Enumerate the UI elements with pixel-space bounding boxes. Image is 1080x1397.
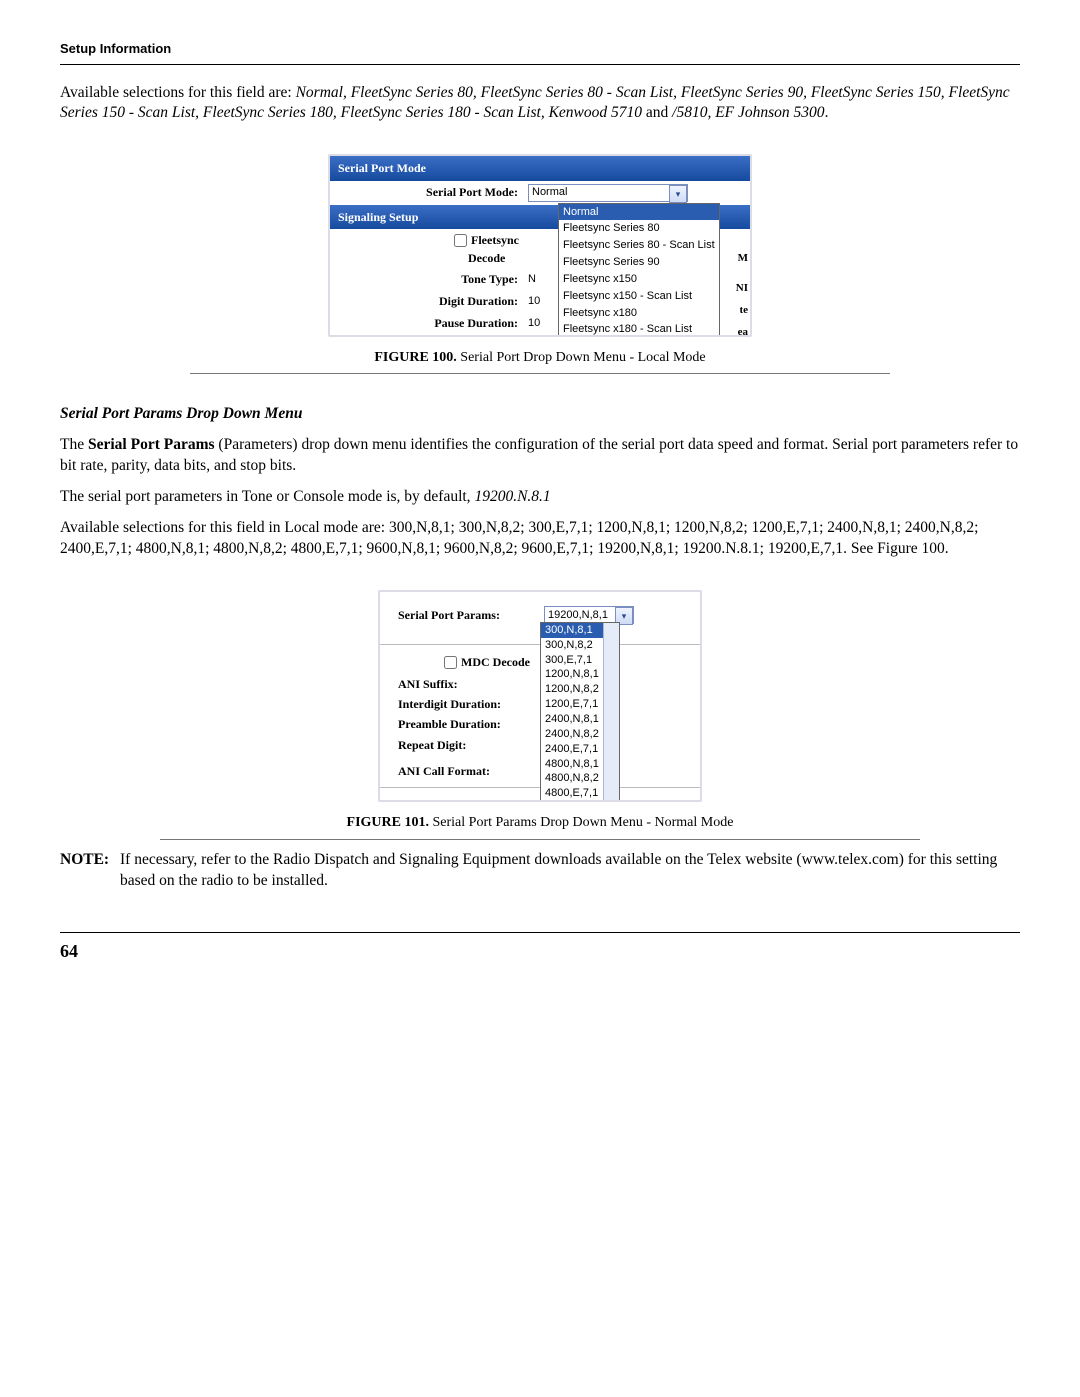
page-number: 64: [60, 939, 1020, 963]
pause-duration-value: 10: [528, 316, 558, 331]
dropdown-option[interactable]: Fleetsync x180 - Scan List: [559, 321, 719, 336]
para1-and: and: [642, 104, 672, 121]
serial-port-params-value: 19200,N,8,1: [548, 608, 608, 623]
mdc-decode-checkbox[interactable]: [444, 656, 457, 669]
paragraph-4: Available selections for this field in L…: [60, 518, 1020, 560]
figure-101-caption-text: Serial Port Params Drop Down Menu - Norm…: [429, 815, 733, 830]
figure-100-separator: [190, 373, 890, 374]
fleetsync-checkbox[interactable]: [454, 234, 467, 247]
tone-type-value: N: [528, 272, 558, 287]
section-heading: Serial Port Params Drop Down Menu: [60, 404, 1020, 425]
dropdown-option[interactable]: Fleetsync Series 90: [559, 254, 719, 271]
dropdown-scrollbar[interactable]: [603, 623, 619, 802]
figure-100-panel: Serial Port Mode Serial Port Mode: Norma…: [328, 154, 752, 336]
ani-suffix-label: ANI Suffix:: [388, 676, 544, 692]
para3-text: The serial port parameters in Tone or Co…: [60, 488, 474, 505]
figure-100: Serial Port Mode Serial Port Mode: Norma…: [60, 154, 1020, 374]
interdigit-label: Interdigit Duration:: [388, 696, 544, 712]
para1-period: .: [825, 104, 829, 121]
figure-101-panel: Serial Port Params: 19200,N,8,1 ▾ 300,N,…: [378, 590, 702, 802]
figure-101-prefix: FIGURE 101.: [347, 815, 429, 830]
pause-duration-label: Pause Duration:: [338, 315, 528, 331]
footer-divider: [60, 932, 1020, 933]
serial-port-mode-dropdown[interactable]: Normal Fleetsync Series 80 Fleetsync Ser…: [558, 203, 720, 337]
note-label: NOTE:: [60, 850, 120, 892]
paragraph-1: Available selections for this field are:…: [60, 83, 1020, 125]
dropdown-option[interactable]: 9600,N,8,1: [541, 801, 619, 802]
para1-prefix: Available selections for this field are:: [60, 84, 296, 101]
dropdown-option[interactable]: Fleetsync Series 80 - Scan List: [559, 237, 719, 254]
header-divider: [60, 64, 1020, 65]
paragraph-2: The Serial Port Params (Parameters) drop…: [60, 435, 1020, 477]
note-text: If necessary, refer to the Radio Dispatc…: [120, 850, 1020, 892]
para2-prefix: The: [60, 436, 88, 453]
mdc-decode-label: MDC Decode: [461, 654, 530, 670]
para2-bold: Serial Port Params: [88, 436, 215, 453]
dropdown-arrow-icon[interactable]: ▾: [669, 185, 687, 203]
ani-call-format-label: ANI Call Format:: [388, 763, 544, 779]
dropdown-option[interactable]: Normal: [559, 204, 719, 221]
right-cutoff-text: te: [739, 303, 748, 318]
dropdown-option[interactable]: Fleetsync Series 80: [559, 220, 719, 237]
para3-default: 19200.N.8.1: [474, 488, 550, 505]
para1-italic-2: /5810, EF Johnson 5300: [672, 104, 824, 121]
right-cutoff-text: M: [738, 251, 748, 266]
serial-port-mode-label: Serial Port Mode:: [338, 184, 528, 200]
serial-port-params-label: Serial Port Params:: [388, 607, 544, 623]
dropdown-option[interactable]: Fleetsync x150 - Scan List: [559, 288, 719, 305]
digit-duration-value: 10: [528, 294, 558, 309]
fleetsync-label: Fleetsync: [471, 232, 519, 248]
decode-label: Decode: [468, 250, 505, 266]
repeat-digit-label: Repeat Digit:: [388, 737, 544, 753]
serial-port-mode-value: Normal: [532, 185, 567, 200]
preamble-label: Preamble Duration:: [388, 716, 544, 732]
right-cutoff-text: NI: [736, 281, 748, 296]
figure-100-prefix: FIGURE 100.: [374, 350, 456, 365]
serial-port-mode-select[interactable]: Normal ▾: [528, 184, 688, 202]
section-header-serial-port-mode: Serial Port Mode: [330, 156, 750, 180]
dropdown-option[interactable]: Fleetsync x150: [559, 271, 719, 288]
serial-port-params-dropdown[interactable]: 300,N,8,1 300,N,8,2 300,E,7,1 1200,N,8,1…: [540, 622, 620, 802]
figure-101-caption: FIGURE 101. Serial Port Params Drop Down…: [60, 814, 1020, 833]
note-block: NOTE: If necessary, refer to the Radio D…: [60, 850, 1020, 892]
paragraph-3: The serial port parameters in Tone or Co…: [60, 487, 1020, 508]
figure-100-caption: FIGURE 100. Serial Port Drop Down Menu -…: [60, 349, 1020, 368]
dropdown-option[interactable]: Fleetsync x180: [559, 305, 719, 322]
digit-duration-label: Digit Duration:: [338, 293, 528, 309]
tone-type-label: Tone Type:: [338, 271, 528, 287]
figure-101-separator: [160, 839, 920, 840]
running-header: Setup Information: [60, 40, 1020, 58]
figure-100-caption-text: Serial Port Drop Down Menu - Local Mode: [457, 350, 706, 365]
right-cutoff-text: ea: [738, 325, 748, 337]
figure-101: Serial Port Params: 19200,N,8,1 ▾ 300,N,…: [60, 590, 1020, 840]
